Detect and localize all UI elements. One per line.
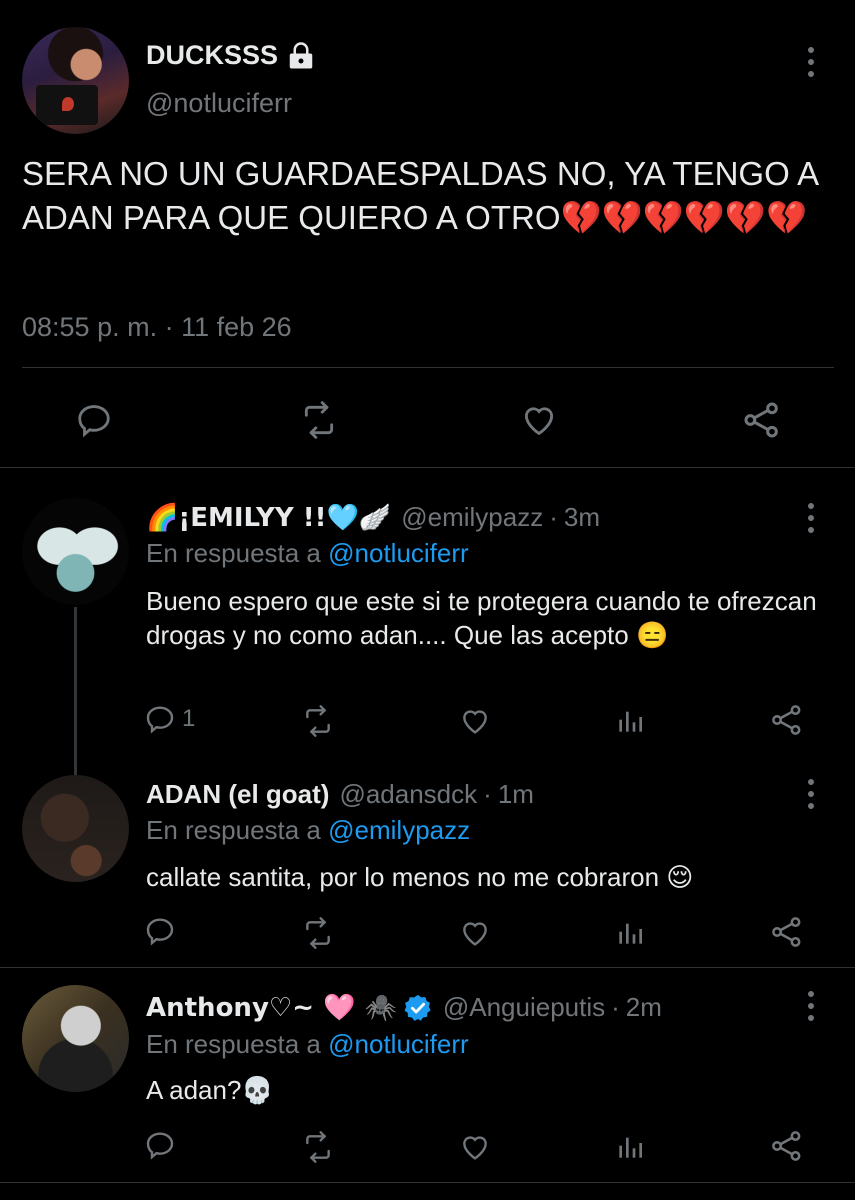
reply-header: ADAN (el goat) @adansdck · 1m xyxy=(146,779,534,810)
retweet-icon xyxy=(304,401,334,439)
reply-avatar[interactable] xyxy=(22,498,129,605)
reply-display-name[interactable]: 🌈¡EMILYY !!🩵🪽 xyxy=(146,503,391,533)
main-handle[interactable]: @notluciferr xyxy=(146,88,292,119)
lock-icon xyxy=(289,41,313,68)
views-icon xyxy=(619,1137,642,1158)
share-icon xyxy=(744,402,778,438)
main-tweet-timestamp[interactable]: 08:55 p. m. · 11 feb 26 xyxy=(22,312,292,343)
reply-icon xyxy=(146,918,174,946)
reply-views-button[interactable] xyxy=(614,705,646,737)
divider xyxy=(0,967,855,968)
views-icon xyxy=(619,923,642,944)
reply-retweet-button[interactable] xyxy=(300,705,336,737)
reply-share-button[interactable] xyxy=(770,703,804,737)
in-reply-to: En respuesta a @notluciferr xyxy=(146,1029,469,1060)
in-reply-to: En respuesta a @notluciferr xyxy=(146,538,469,569)
in-reply-to: En respuesta a @emilypazz xyxy=(146,815,470,846)
more-options-icon[interactable] xyxy=(807,503,815,533)
reply-reply-button[interactable] xyxy=(144,915,176,947)
reply-time[interactable]: 3m xyxy=(564,502,600,533)
separator-dot: · xyxy=(611,992,620,1022)
like-icon xyxy=(463,922,487,946)
main-tweet-text: SERA NO UN GUARDAESPALDAS NO, YA TENGO A… xyxy=(22,155,818,236)
reply-avatar[interactable] xyxy=(22,985,129,1092)
reply-views-button[interactable] xyxy=(614,1131,646,1163)
in-reply-mention[interactable]: @notluciferr xyxy=(328,538,469,568)
like-icon xyxy=(524,407,554,436)
reply-icon xyxy=(146,1132,174,1160)
main-author-name-row[interactable]: DUCKSSS xyxy=(146,40,316,71)
reply-display-name[interactable]: Anthony♡~ 🩷 🕷️ xyxy=(146,993,397,1023)
main-like-button[interactable] xyxy=(517,398,561,442)
reply-retweet-button[interactable] xyxy=(300,917,336,949)
divider xyxy=(0,1182,855,1183)
like-icon xyxy=(463,710,487,734)
reply-handle[interactable]: @emilypazz xyxy=(401,502,543,533)
main-avatar[interactable] xyxy=(22,27,129,134)
retweet-icon xyxy=(306,917,330,949)
in-reply-prefix: En respuesta a xyxy=(146,1029,321,1059)
reply-text: Bueno espero que este si te protegera cu… xyxy=(146,586,817,650)
main-reply-button[interactable] xyxy=(72,398,116,442)
reply-count: 1 xyxy=(182,705,196,732)
reply-icon xyxy=(146,706,174,734)
share-icon xyxy=(772,1131,801,1161)
main-display-name[interactable]: DUCKSSS xyxy=(146,40,278,71)
share-icon xyxy=(772,705,801,735)
reply-share-button[interactable] xyxy=(770,1129,804,1163)
in-reply-prefix: En respuesta a xyxy=(146,815,321,845)
more-options-icon[interactable] xyxy=(807,47,815,77)
reply-text: callate santita, por lo menos no me cobr… xyxy=(146,862,694,892)
reply-handle[interactable]: @Anguieputis xyxy=(443,992,605,1023)
more-options-icon[interactable] xyxy=(807,779,815,809)
reply-retweet-button[interactable] xyxy=(300,1131,336,1163)
reply-like-button[interactable] xyxy=(458,1131,492,1163)
reply-avatar[interactable] xyxy=(22,775,129,882)
avatar-image-detail xyxy=(36,85,98,125)
reply-display-name[interactable]: ADAN (el goat) xyxy=(146,779,329,810)
views-icon xyxy=(619,711,642,732)
like-icon xyxy=(463,1136,487,1160)
reply-handle[interactable]: @adansdck xyxy=(339,779,477,810)
main-retweet-button[interactable] xyxy=(295,398,343,442)
retweet-icon xyxy=(306,705,330,737)
in-reply-mention[interactable]: @notluciferr xyxy=(328,1029,469,1059)
reply-header: 🌈¡EMILYY !!🩵🪽 @emilypazz · 3m xyxy=(146,502,600,533)
reply-views-button[interactable] xyxy=(614,917,646,949)
reply-reply-button[interactable] xyxy=(144,1129,176,1161)
reply-time[interactable]: 2m xyxy=(626,992,662,1023)
reply-time[interactable]: 1m xyxy=(498,779,534,810)
retweet-icon xyxy=(306,1131,330,1163)
reply-reply-button[interactable]: 1 xyxy=(144,703,195,735)
reply-like-button[interactable] xyxy=(458,917,492,949)
divider xyxy=(22,367,834,368)
reply-share-button[interactable] xyxy=(770,915,804,949)
share-icon xyxy=(772,917,801,947)
reply-header: Anthony♡~ 🩷 🕷️ @Anguieputis · 2m xyxy=(146,992,662,1023)
reply-text: A adan?💀 xyxy=(146,1075,274,1105)
more-options-icon[interactable] xyxy=(807,991,815,1021)
reply-like-button[interactable] xyxy=(458,705,492,737)
divider xyxy=(0,467,855,468)
verified-badge-icon xyxy=(404,994,431,1021)
in-reply-prefix: En respuesta a xyxy=(146,538,321,568)
separator-dot: · xyxy=(483,779,492,809)
main-share-button[interactable] xyxy=(740,398,784,442)
reply-icon xyxy=(78,405,110,438)
separator-dot: · xyxy=(549,502,558,532)
in-reply-mention[interactable]: @emilypazz xyxy=(328,815,470,845)
thread-line xyxy=(74,607,77,775)
